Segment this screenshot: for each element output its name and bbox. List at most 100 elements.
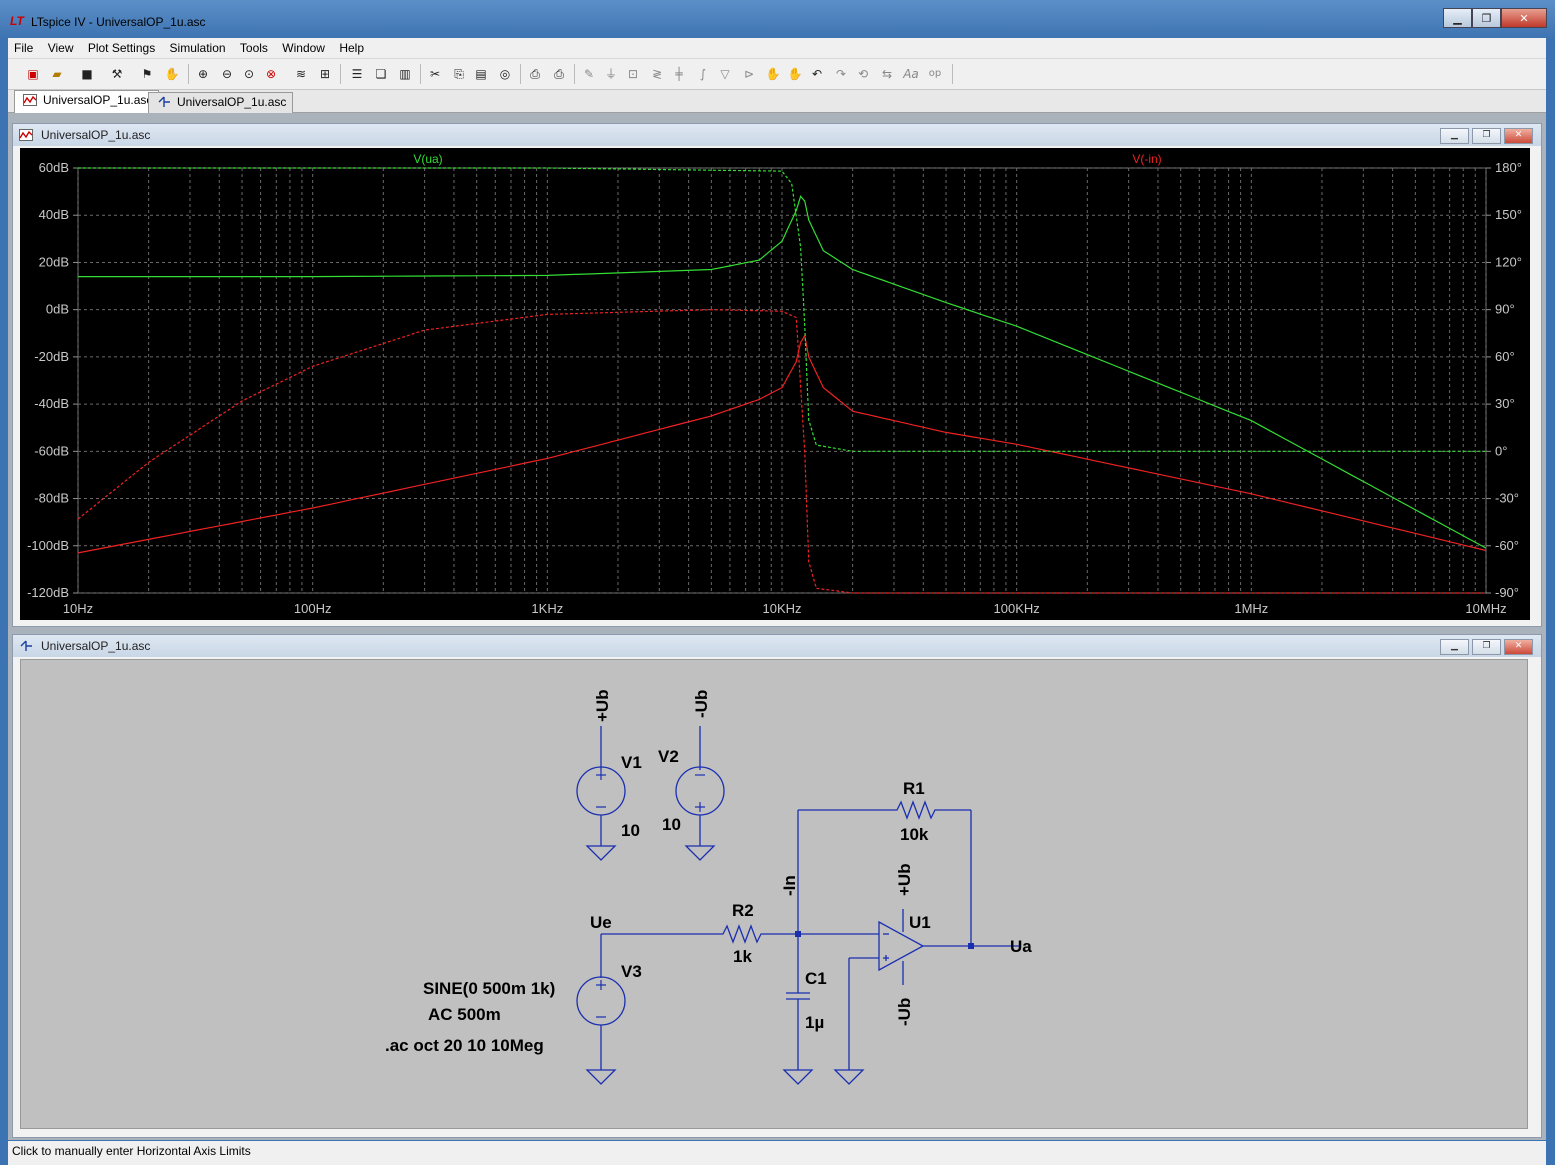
maximize-button[interactable]: ❐ — [1472, 8, 1501, 28]
redo-icon[interactable]: ↷ — [832, 65, 850, 83]
run-icon[interactable]: ⚑ — [138, 65, 156, 83]
u1-opamp[interactable] — [833, 909, 1021, 1085]
menu-help[interactable]: Help — [333, 38, 369, 55]
c1-capacitor[interactable] — [782, 934, 814, 1085]
x-tick-label: 100KHz — [994, 601, 1040, 616]
y-tick-label-left: 60dB — [39, 160, 69, 175]
child-close-button[interactable]: ✕ — [1504, 639, 1533, 655]
status-text: Click to manually enter Horizontal Axis … — [12, 1144, 251, 1158]
schematic[interactable]: +Ub -Ub V1 V2 10 10 R1 10k -In +Ub U1 -U… — [21, 660, 1527, 1128]
y-tick-label-right: -60° — [1495, 538, 1519, 553]
plot-area[interactable]: V(ua) V(-in) 60dB 40dB 20dB 0dB -20dB -40dB -6… — [20, 148, 1530, 620]
zoom-out-icon[interactable]: ⊖ — [218, 65, 236, 83]
y-tick-label-right: 120° — [1495, 254, 1522, 269]
y-tick-label-right: 90° — [1495, 302, 1515, 317]
new-schematic-icon[interactable]: ▣ — [24, 65, 42, 83]
menu-window[interactable]: Window — [276, 38, 330, 55]
child-close-button[interactable]: ✕ — [1504, 128, 1533, 144]
zoom-fit-icon[interactable]: ⊙ — [240, 65, 258, 83]
resistor-icon[interactable]: ≷ — [648, 65, 666, 83]
rotate-icon[interactable]: ⟲ — [854, 65, 872, 83]
window-controls: ▁ ❐ ✕ — [1443, 8, 1547, 28]
mirror-icon[interactable]: ⇆ — [878, 65, 896, 83]
trace-label-ua[interactable]: V(ua) — [413, 152, 442, 166]
waveform-window: UniversalOP_1u.asc ▁ ❐ ✕ V(ua) V(-in) 60… — [12, 123, 1542, 627]
save-icon[interactable]: ■ — [78, 65, 96, 83]
child-maximize-button[interactable]: ❐ — [1472, 639, 1501, 655]
menu-tools[interactable]: Tools — [234, 38, 273, 55]
copy-icon[interactable]: ⎘ — [450, 65, 468, 83]
spice-directive-icon[interactable]: op — [926, 65, 944, 83]
undo-icon[interactable]: ↶ — [808, 65, 826, 83]
halt-icon[interactable]: ✋ — [163, 65, 181, 83]
component-icon[interactable]: ⊳ — [740, 65, 758, 83]
ue-node-label: Ue — [590, 913, 612, 932]
capacitor-icon[interactable]: ╪ — [670, 65, 688, 83]
open-icon[interactable]: ▰ — [48, 65, 66, 83]
label-icon[interactable]: ⊡ — [624, 65, 642, 83]
schematic-canvas[interactable]: +Ub -Ub V1 V2 10 10 R1 10k -In +Ub U1 -U… — [20, 659, 1528, 1129]
minimize-button[interactable]: ▁ — [1443, 8, 1472, 28]
window-title: LTspice IV - UniversalOP_1u.asc — [31, 15, 206, 29]
status-bar: Click to manually enter Horizontal Axis … — [8, 1141, 1546, 1165]
r2-label: R2 — [732, 901, 754, 920]
title-bar: LT LTspice IV - UniversalOP_1u.asc ▁ ❐ ✕ — [0, 0, 1555, 38]
drag-icon[interactable]: ✋ — [786, 65, 804, 83]
zoom-cancel-icon[interactable]: ⊗ — [262, 65, 280, 83]
x-tick-label: 10MHz — [1465, 601, 1506, 616]
v3-label: V3 — [621, 962, 642, 981]
bode-plot[interactable]: V(ua) V(-in) 60dB 40dB 20dB 0dB -20dB -40dB -6… — [20, 148, 1530, 620]
print-preview-icon[interactable]: ⎙ — [526, 65, 544, 83]
autorange-icon[interactable]: ≋ — [292, 65, 310, 83]
y-axis-left-labels: 60dB 40dB 20dB 0dB -20dB -40dB -60dB -80dB -100d… — [27, 160, 69, 600]
paste-icon[interactable]: ▤ — [472, 65, 490, 83]
waveform-window-title: UniversalOP_1u.asc — [41, 128, 151, 142]
trace-label-in[interactable]: V(-in) — [1132, 152, 1161, 166]
waveform-window-caption: UniversalOP_1u.asc ▁ ❐ ✕ — [13, 124, 1541, 146]
cascade-icon[interactable]: ❏ — [372, 65, 390, 83]
ac-directive[interactable]: .ac oct 20 10 10Meg — [385, 1036, 544, 1055]
close-button[interactable]: ✕ — [1501, 8, 1547, 28]
diode-icon[interactable]: ▽ — [716, 65, 734, 83]
ground-icon[interactable]: ⏚ — [602, 65, 620, 83]
v1-label: V1 — [621, 753, 642, 772]
y-tick-label-right: 150° — [1495, 207, 1522, 222]
grid-icon[interactable]: ⊞ — [316, 65, 334, 83]
v1-source[interactable] — [576, 726, 626, 861]
r1-resistor[interactable] — [893, 800, 939, 820]
y-tick-label-left: -80dB — [34, 491, 69, 506]
child-minimize-button[interactable]: ▁ — [1440, 128, 1469, 144]
menu-file[interactable]: File — [8, 38, 38, 55]
v2-source[interactable] — [675, 726, 725, 861]
menu-plot-settings[interactable]: Plot Settings — [82, 38, 160, 55]
cut-icon[interactable]: ✂ — [426, 65, 444, 83]
print-icon[interactable]: ⎙ — [550, 65, 568, 83]
menu-view[interactable]: View — [42, 38, 79, 55]
zoom-in-icon[interactable]: ⊕ — [194, 65, 212, 83]
r2-value: 1k — [733, 947, 752, 966]
wire-icon[interactable]: ✎ — [580, 65, 598, 83]
tab-label: UniversalOP_1u.asc — [43, 93, 153, 107]
document-tabs: UniversalOP_1u.asc UniversalOP_1u.asc — [8, 90, 1546, 113]
ltspice-logo-icon: LT — [10, 14, 24, 28]
move-icon[interactable]: ✋ — [764, 65, 782, 83]
tab-waveform[interactable]: UniversalOP_1u.asc — [14, 90, 160, 113]
inductor-icon[interactable]: ∫ — [694, 65, 712, 83]
y-tick-label-right: -90° — [1495, 585, 1519, 600]
r2-resistor[interactable] — [719, 924, 765, 944]
child-maximize-button[interactable]: ❐ — [1472, 128, 1501, 144]
r1-value: 10k — [900, 825, 929, 844]
tile-vertical-icon[interactable]: ▥ — [396, 65, 414, 83]
tab-schematic[interactable]: UniversalOP_1u.asc — [148, 92, 294, 113]
x-tick-label: 10KHz — [762, 601, 801, 616]
v3-source[interactable] — [576, 934, 626, 1085]
text-icon[interactable]: Aa — [902, 65, 920, 83]
tile-horizontal-icon[interactable]: ☰ — [348, 65, 366, 83]
menu-simulation[interactable]: Simulation — [164, 38, 231, 55]
y-tick-label-left: -40dB — [34, 396, 69, 411]
schematic-icon — [20, 640, 32, 651]
toolbar: ▣ ▰ ■ ⚒ ⚑ ✋ ⊕ ⊖ ⊙ ⊗ ≋ ⊞ ☰ ❏ ▥ ✂ ⎘ ▤ ◎ ⎙ … — [8, 59, 1546, 90]
child-minimize-button[interactable]: ▁ — [1440, 639, 1469, 655]
control-panel-icon[interactable]: ⚒ — [108, 65, 126, 83]
find-icon[interactable]: ◎ — [496, 65, 514, 83]
